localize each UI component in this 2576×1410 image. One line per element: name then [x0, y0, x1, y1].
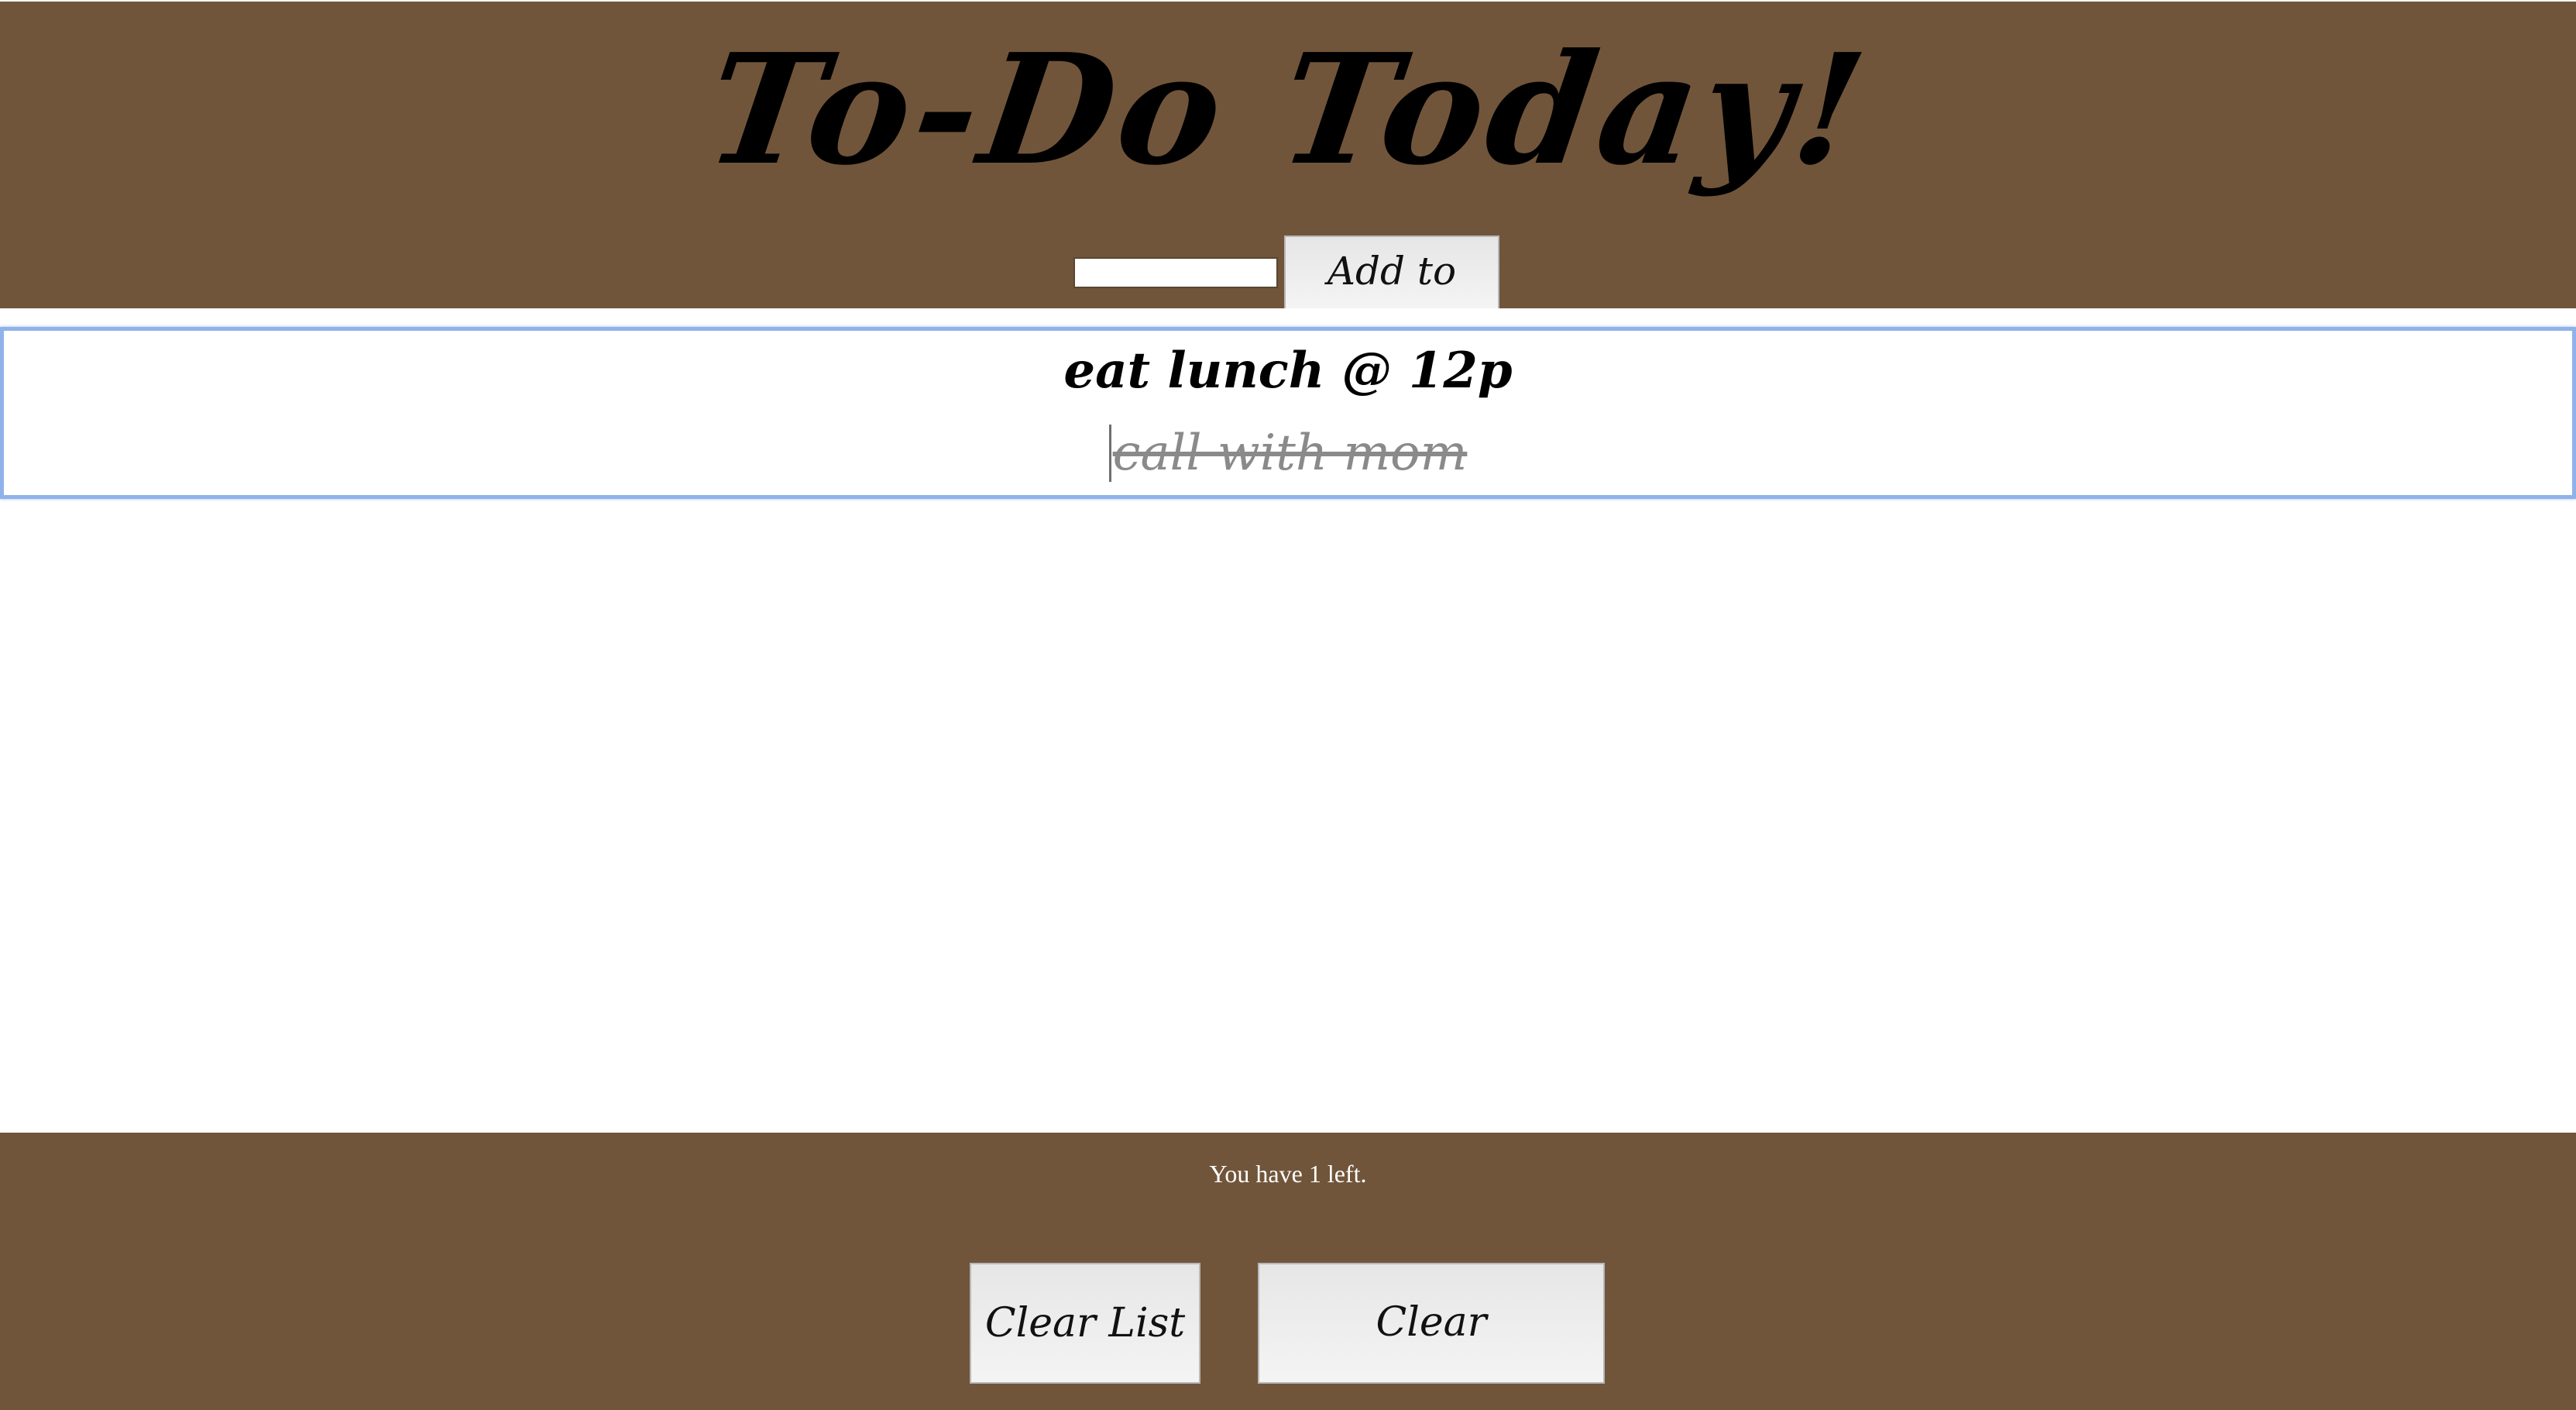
add-item-row: Add to List: [0, 236, 2576, 362]
todo-item[interactable]: eat lunch @ 12p: [4, 332, 2572, 410]
todo-item-text: call with mom: [1108, 425, 1468, 482]
new-item-input[interactable]: [1073, 257, 1278, 288]
page-title: To-Do Today!: [696, 21, 1880, 199]
todo-item-completed[interactable]: call with mom: [4, 414, 2572, 492]
remaining-count-text: You have 1 left.: [1209, 1160, 1367, 1188]
todo-list: eat lunch @ 12p call with mom: [0, 327, 2576, 499]
list-area: eat lunch @ 12p call with mom: [0, 308, 2576, 1133]
footer: You have 1 left. Clear List Clear Comple…: [0, 1133, 2576, 1410]
add-to-list-button[interactable]: Add to List: [1284, 236, 1499, 362]
clear-completed-button[interactable]: Clear Completed: [1258, 1263, 1605, 1384]
todo-item-text: eat lunch @ 12p: [1063, 342, 1513, 400]
clear-list-button[interactable]: Clear List: [970, 1263, 1200, 1384]
todo-app: To-Do Today! Add to List eat lunch @ 12p…: [0, 0, 2576, 1410]
header: To-Do Today! Add to List: [0, 0, 2576, 362]
